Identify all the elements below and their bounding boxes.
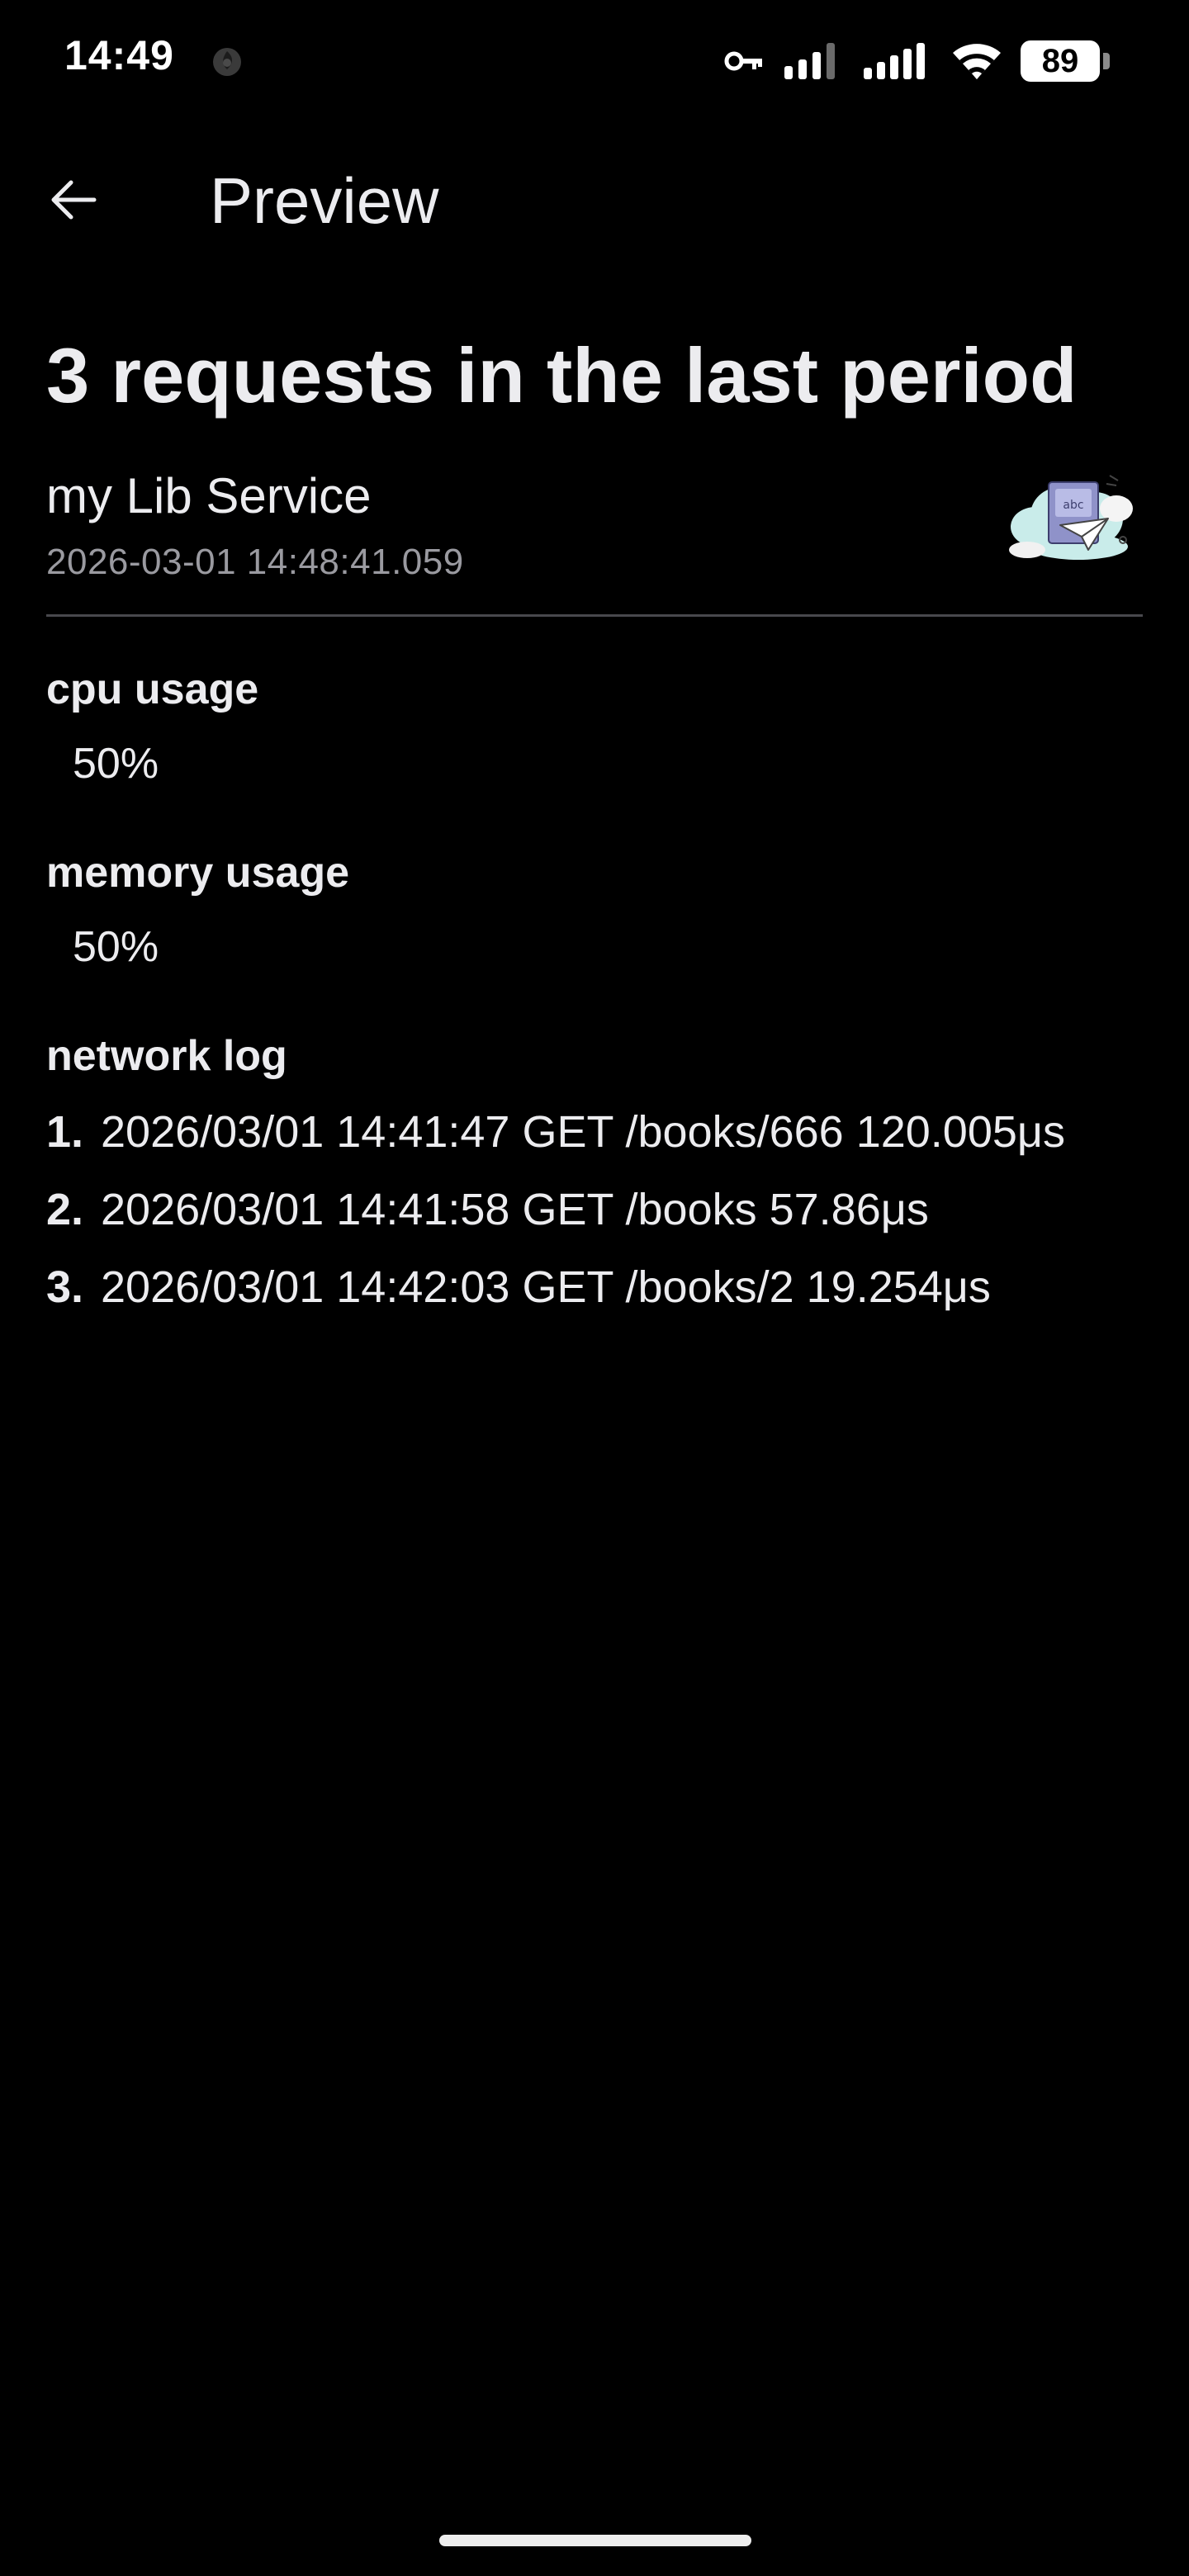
status-icons: 89 — [705, 36, 1110, 86]
divider — [46, 614, 1143, 617]
vpn-key-icon — [724, 51, 762, 71]
log-entry-number: 2. — [46, 1185, 84, 1234]
cpu-usage-value: 50% — [73, 740, 159, 788]
service-avatar-icon: abc — [1009, 475, 1133, 560]
service-name: my Lib Service — [46, 468, 372, 523]
signal-sim2-icon — [864, 43, 925, 79]
memory-usage-section: memory usage 50% — [46, 843, 1143, 977]
service-header: my Lib Service 2026-03-01 14:48:41.059 a… — [46, 461, 1143, 594]
battery-icon: 89 — [1021, 40, 1110, 82]
service-timestamp: 2026-03-01 14:48:41.059 — [46, 542, 464, 582]
page-title: 3 requests in the last period — [46, 332, 1078, 419]
battery-tip — [1103, 53, 1110, 69]
log-entry-number: 1. — [46, 1107, 84, 1157]
cpu-usage-label: cpu usage — [46, 665, 259, 713]
arrow-back-icon — [51, 180, 97, 220]
home-indicator[interactable] — [439, 2535, 751, 2546]
signal-sim1-icon — [784, 43, 835, 79]
network-log-label: network log — [46, 1032, 287, 1080]
network-log-list: 1. 2026/03/01 14:41:47 GET /books/666 12… — [46, 1099, 1143, 1320]
status-bar: 14:49 89 — [0, 0, 1189, 116]
log-entry-number: 3. — [46, 1262, 84, 1312]
svg-text:abc: abc — [1063, 499, 1083, 512]
battery-level: 89 — [1021, 40, 1100, 82]
log-entry-text: 2026/03/01 14:41:58 GET /books 57.86μs — [101, 1185, 929, 1234]
main-content: 3 requests in the last period my Lib Ser… — [46, 322, 1143, 1332]
notification-app-icon — [213, 48, 241, 76]
log-entry: 3. 2026/03/01 14:42:03 GET /books/2 19.2… — [46, 1254, 1143, 1320]
status-time: 14:49 — [64, 32, 174, 78]
cpu-usage-section: cpu usage 50% — [46, 660, 1143, 793]
log-entry: 2. 2026/03/01 14:41:58 GET /books 57.86μ… — [46, 1177, 1143, 1243]
app-bar-title: Preview — [210, 164, 439, 237]
wifi-icon — [953, 44, 1001, 79]
log-entry-text: 2026/03/01 14:42:03 GET /books/2 19.254μ… — [101, 1262, 991, 1312]
top-app-bar: Preview — [0, 132, 1189, 268]
log-entry-text: 2026/03/01 14:41:47 GET /books/666 120.0… — [101, 1107, 1066, 1157]
memory-usage-value: 50% — [73, 923, 159, 971]
memory-usage-label: memory usage — [46, 849, 350, 897]
back-button[interactable] — [38, 165, 107, 234]
network-log-section: network log 1. 2026/03/01 14:41:47 GET /… — [46, 1026, 1143, 1320]
log-entry: 1. 2026/03/01 14:41:47 GET /books/666 12… — [46, 1099, 1143, 1165]
